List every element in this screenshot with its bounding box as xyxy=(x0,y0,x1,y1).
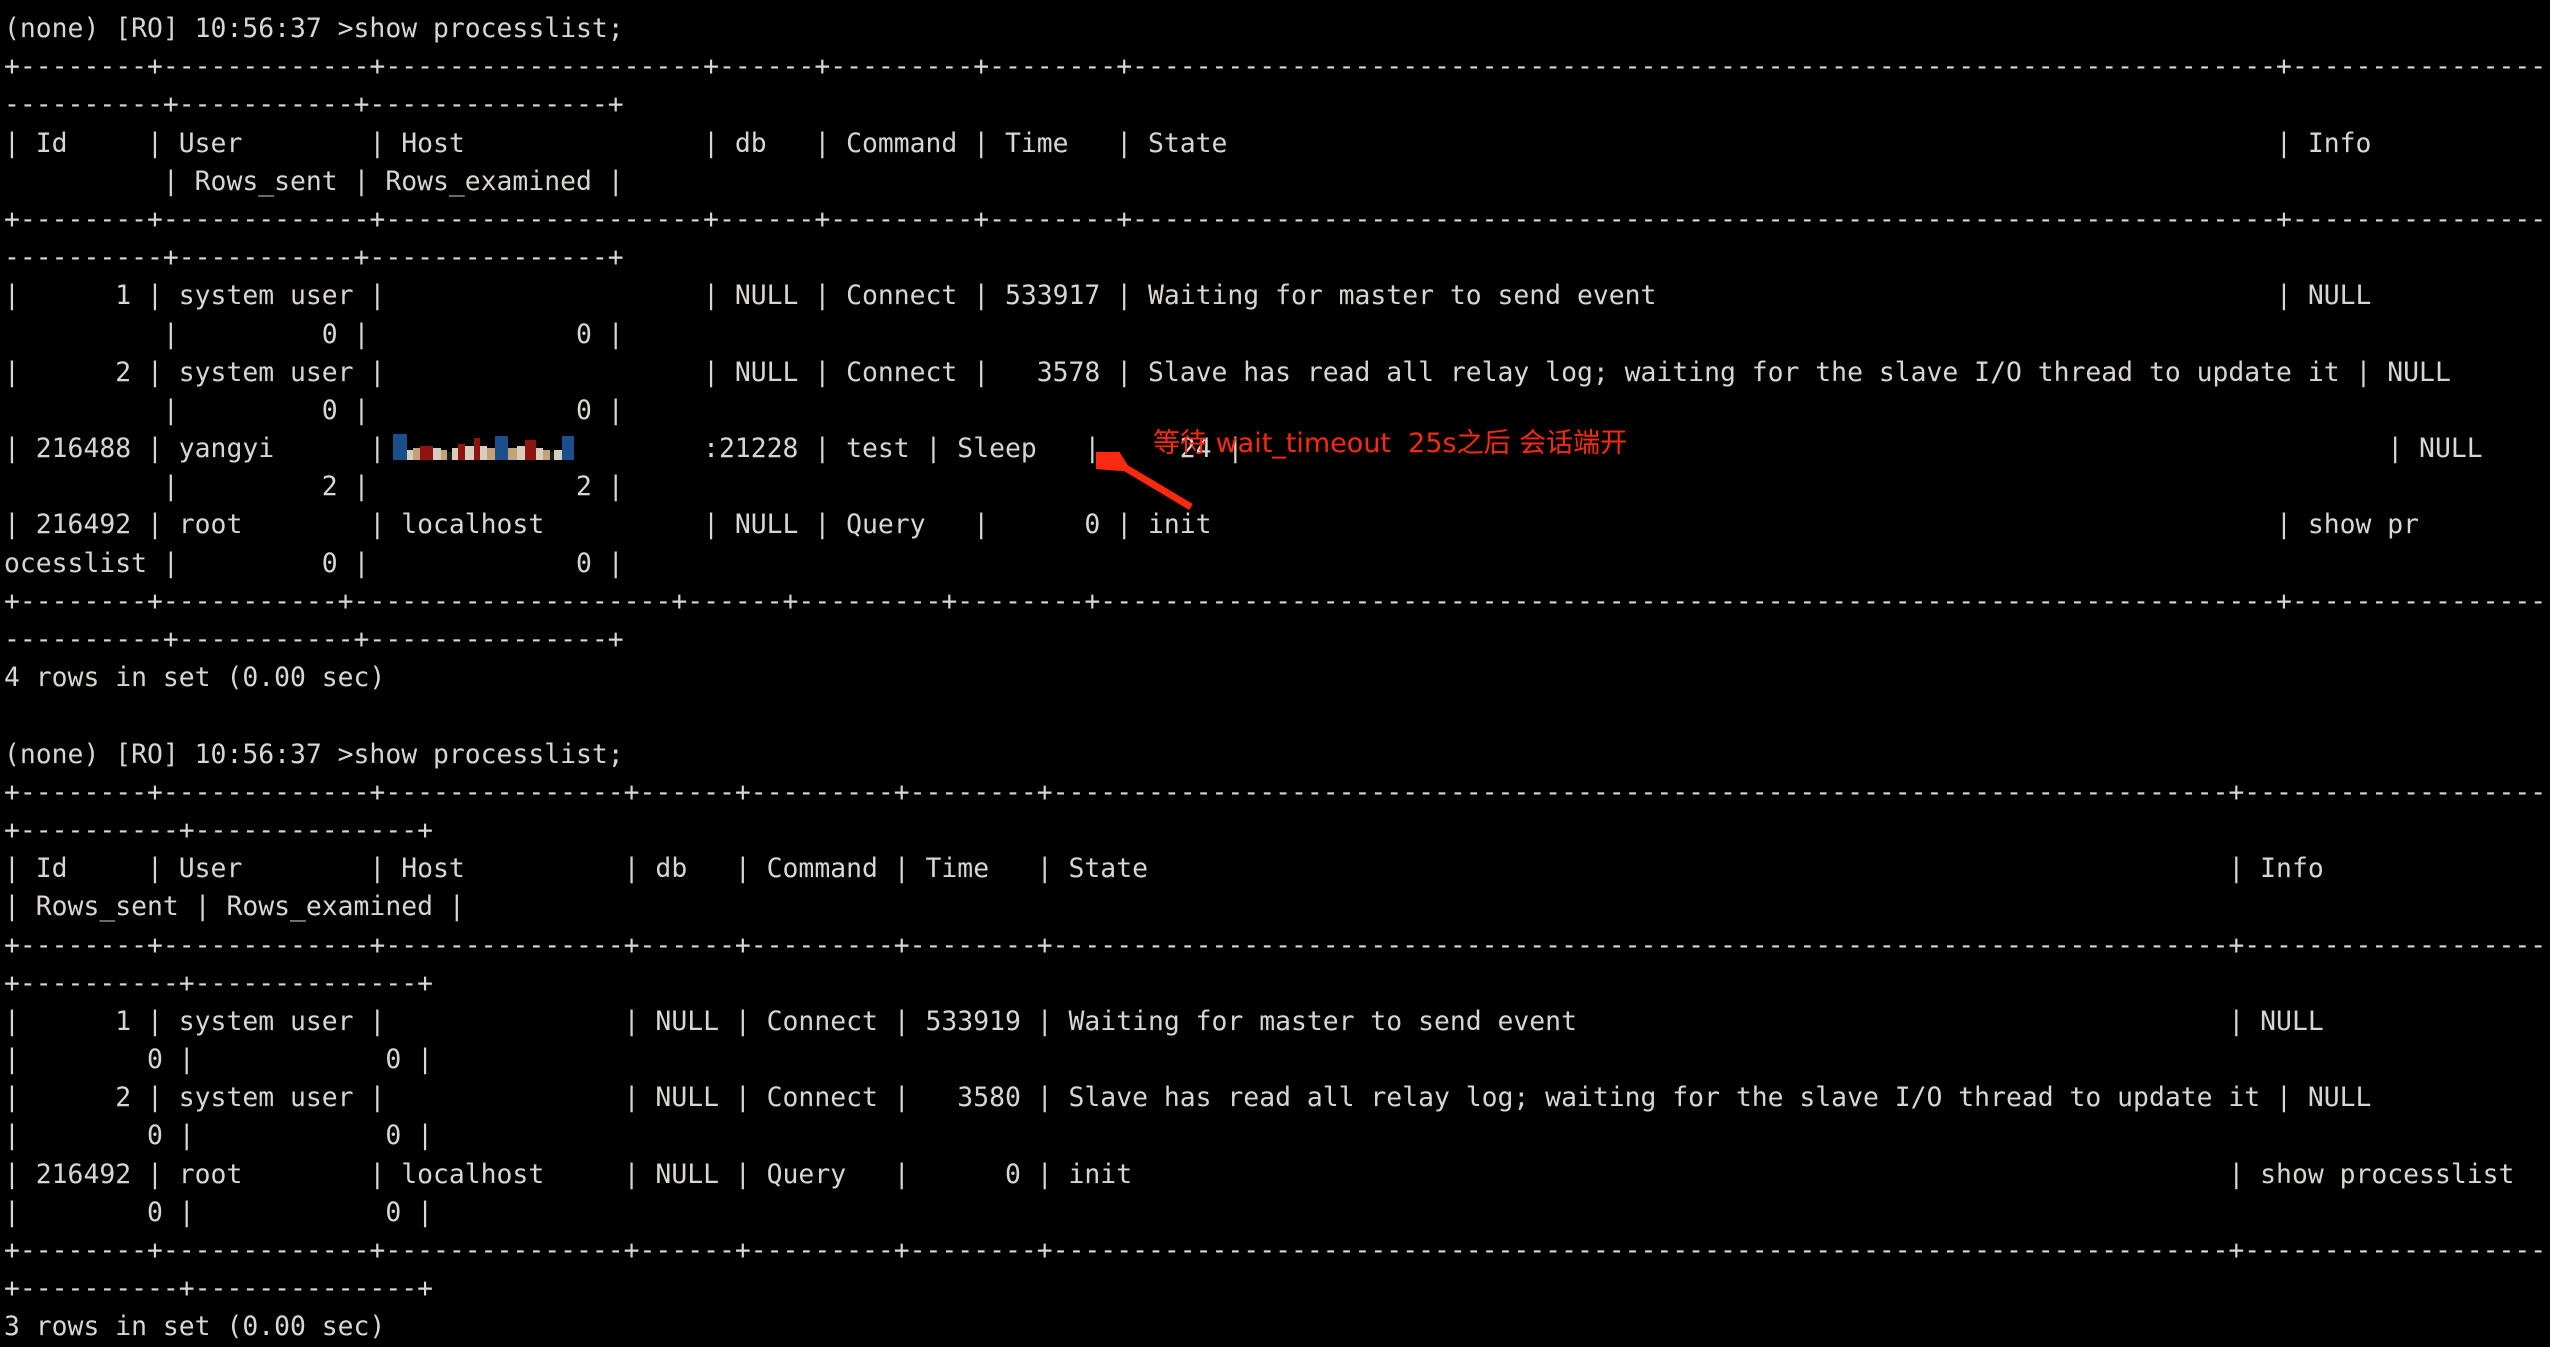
terminal-line: +----------+--------------+ xyxy=(4,967,433,999)
terminal-line: | 0 | 0 | xyxy=(4,394,624,426)
terminal-line: | 2 | 2 | xyxy=(4,471,624,503)
terminal-line: +--------+-----------+------------------… xyxy=(4,585,2550,617)
terminal-line: ----------+-----------+---------------+ xyxy=(4,89,624,121)
terminal-line: +----------+--------------+ xyxy=(4,814,433,846)
terminal-line: (none) [RO] 10:56:37 >show processlist; xyxy=(4,13,624,44)
terminal-line: | Rows_sent | Rows_examined | xyxy=(4,165,624,197)
terminal-line: | 2 | system user | | NULL | Connect | 3… xyxy=(4,1082,2372,1114)
annotation-text: 等待 wait_timeout 25s之后 会话端开 xyxy=(1153,428,1628,459)
terminal-line: | Id | User | Host | db | Command | Time… xyxy=(4,853,2324,885)
terminal-line: | 0 | 0 | xyxy=(4,1120,433,1152)
terminal-line: 3 rows in set (0.00 sec) xyxy=(4,1311,386,1343)
terminal-line: +--------+-------------+----------------… xyxy=(4,203,2550,235)
terminal-line: (none) [RO] 10:56:37 >show processlist; xyxy=(4,738,624,770)
terminal-line: ----------+-----------+---------------+ xyxy=(4,624,624,655)
terminal-line: | 1 | system user | | NULL | Connect | 5… xyxy=(4,280,2372,312)
terminal-line: | 0 | 0 | xyxy=(4,1196,433,1228)
terminal-line: +--------+-------------+---------------+… xyxy=(4,1235,2550,1266)
terminal-window[interactable]: (none) [RO] 10:56:37 >show processlist; +… xyxy=(0,0,2550,1342)
terminal-line: +--------+-------------+----------------… xyxy=(4,51,2550,83)
terminal-line: | 1 | system user | | NULL | Connect | 5… xyxy=(4,1005,2324,1037)
terminal-line: | 216492 | root | localhost | NULL | Que… xyxy=(4,1158,2515,1190)
terminal-line: +--------+-------------+---------------+… xyxy=(4,929,2550,961)
terminal-line: | 0 | 0 | xyxy=(4,318,624,350)
terminal-line: ocesslist | 0 | 0 | xyxy=(4,547,624,579)
terminal-line: | Id | User | Host | db | Command | Time… xyxy=(4,127,2372,159)
terminal-output: (none) [RO] 10:56:37 >show processlist; +… xyxy=(4,10,2550,1347)
terminal-line: | Rows_sent | Rows_examined | xyxy=(4,891,465,923)
terminal-line: | 0 | 0 | xyxy=(4,1044,433,1076)
terminal-line: 4 rows in set (0.00 sec) xyxy=(4,662,386,694)
terminal-line: ----------+-----------+---------------+ xyxy=(4,242,624,274)
terminal-line: | 216492 | root | localhost | NULL | Que… xyxy=(4,509,2420,541)
terminal-line: | 2 | system user | | NULL | Connect | 3… xyxy=(4,356,2451,388)
terminal-line: +----------+--------------+ xyxy=(4,1273,433,1305)
terminal-line: +--------+-------------+---------------+… xyxy=(4,776,2550,808)
